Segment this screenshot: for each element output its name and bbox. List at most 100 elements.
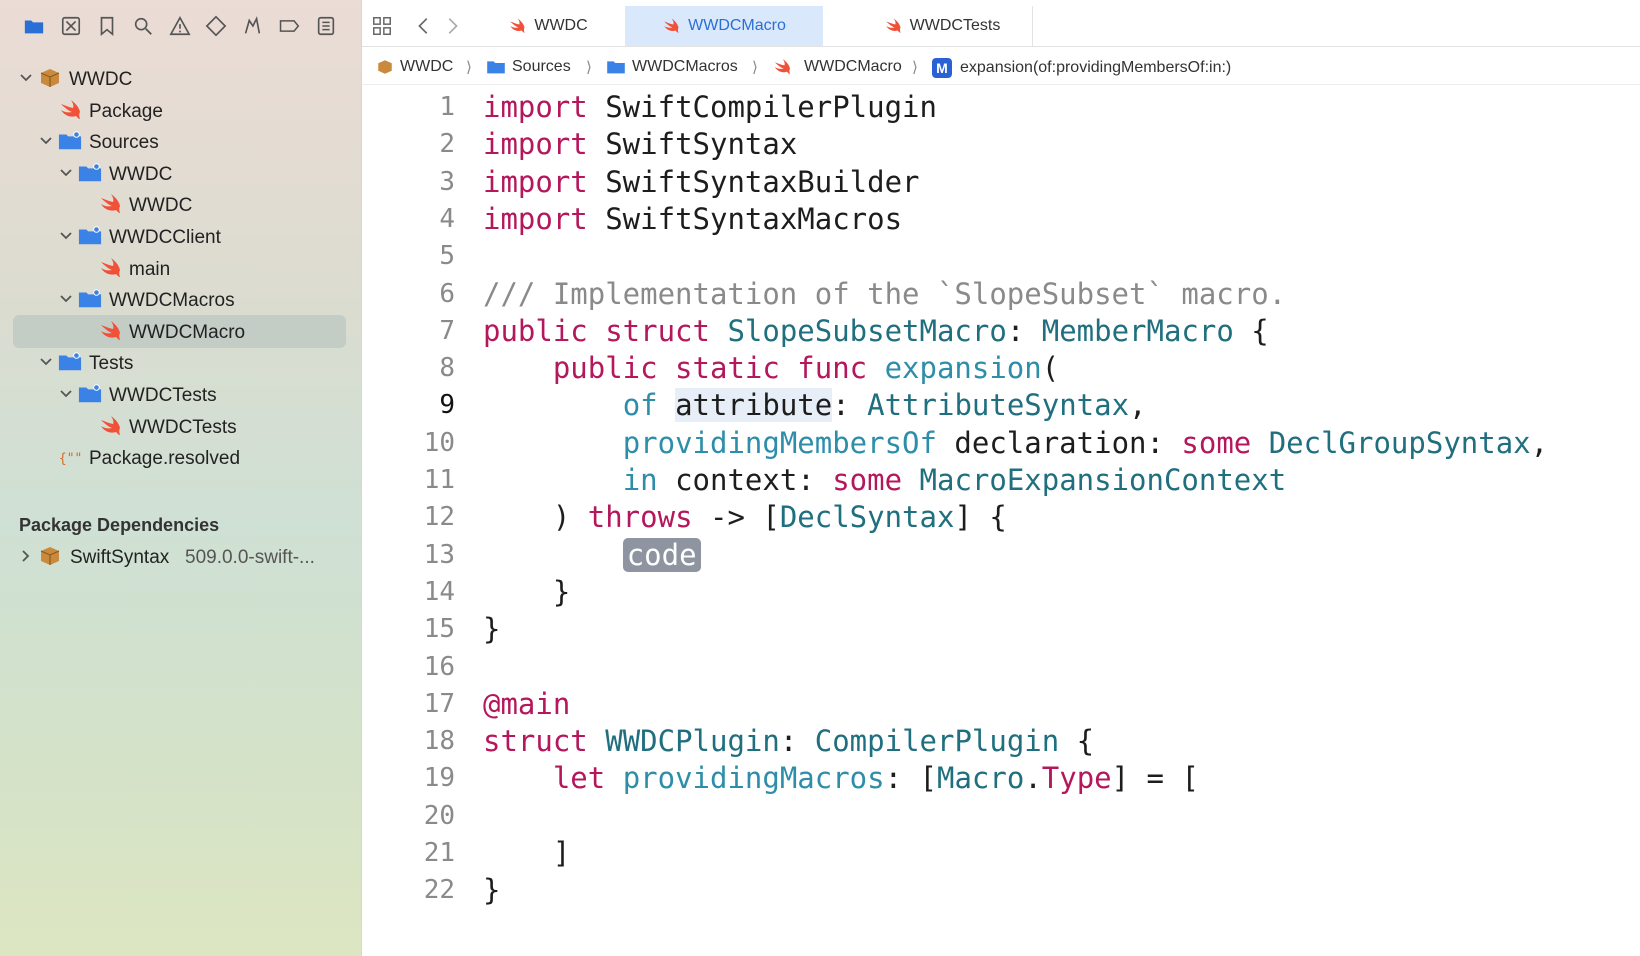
chevron-down-icon[interactable]	[58, 386, 74, 402]
breakpoint-icon[interactable]	[276, 14, 302, 38]
code-text: in context: some MacroExpansionContext	[483, 463, 1287, 497]
code-token: ,	[1530, 425, 1549, 460]
tree-item[interactable]: main	[0, 252, 362, 285]
code-line[interactable]: 7 public struct SlopeSubsetMacro: MemberM…	[362, 312, 1640, 351]
code-line[interactable]: 15}	[362, 610, 1640, 649]
tree-item-label: WWDCMacro	[129, 321, 246, 343]
debug-icon[interactable]	[240, 14, 264, 38]
line-number: 15	[423, 614, 455, 645]
code-line[interactable]: 2 import SwiftSyntax	[362, 125, 1640, 164]
tree-item-label: Package	[89, 100, 163, 122]
tree-item[interactable]: WWDCClient	[0, 220, 362, 253]
tree-item[interactable]: Sources	[0, 125, 362, 158]
source-control-icon[interactable]	[59, 14, 83, 38]
code-line[interactable]: 16	[362, 648, 1640, 687]
tree-item[interactable]: WWDCTests	[0, 410, 362, 443]
code-line[interactable]: 9 of attribute: AttributeSyntax,	[362, 386, 1640, 425]
code-line[interactable]: 13 code	[362, 536, 1640, 575]
breadcrumb-item-sources[interactable]: Sources	[486, 58, 571, 76]
breadcrumb-item-wwdc[interactable]: WWDC	[376, 58, 453, 76]
breadcrumb-item-wwdcmacro[interactable]: WWDCMacro	[772, 58, 902, 76]
code-line[interactable]: 11 in context: some MacroExpansionContex…	[362, 461, 1640, 500]
swift-icon	[98, 320, 122, 342]
code-line[interactable]: 8 public static func expansion(	[362, 349, 1640, 388]
code-token: Type	[1041, 761, 1112, 796]
code-line[interactable]: 1 import SwiftCompilerPlugin	[362, 88, 1640, 127]
tab-wwdc[interactable]: WWDC	[488, 6, 608, 46]
tree-item[interactable]: {""} Package.resolved	[0, 441, 362, 474]
code-token: throws	[587, 500, 693, 535]
code-line[interactable]: 21 ]	[362, 834, 1640, 873]
folder-icon[interactable]	[22, 14, 46, 38]
report-icon[interactable]	[314, 14, 338, 38]
code-token: WWDCPlugin	[605, 724, 780, 759]
breadcrumb-item-method[interactable]: M expansion(of:providingMembersOf:in:)	[932, 58, 1231, 78]
code-placeholder[interactable]: code	[622, 537, 701, 572]
code-line[interactable]: 10 providingMembersOf declaration: some …	[362, 424, 1640, 463]
line-number: 22	[423, 875, 455, 906]
tab-wwdcmacro[interactable]: WWDCMacro	[625, 6, 823, 46]
code-line[interactable]: 12 ) throws -> [DeclSyntax] {	[362, 498, 1640, 537]
chevron-down-icon[interactable]	[38, 354, 54, 370]
line-number: 21	[423, 838, 455, 868]
code-line[interactable]: 14 }	[362, 573, 1640, 612]
chevron-down-icon[interactable]	[58, 291, 74, 307]
chevron-right-icon[interactable]	[18, 548, 34, 564]
code-line[interactable]: 5	[362, 237, 1640, 276]
tab-wwdctests[interactable]: WWDCTests	[852, 6, 1033, 46]
code-token: SwiftSyntaxBuilder	[587, 164, 920, 199]
line-number: 13	[423, 539, 455, 570]
tree-item[interactable]: Package	[0, 94, 362, 127]
code-token: :	[1006, 313, 1042, 348]
code-line[interactable]: 20	[362, 797, 1640, 836]
code-text: ) throws -> [DeclSyntax] {	[483, 500, 1007, 534]
package-icon	[378, 60, 392, 74]
code-line[interactable]: 17 @main	[362, 685, 1640, 724]
code-token: DeclGroupSyntax	[1268, 425, 1531, 460]
code-token: providingMembersOf	[622, 425, 937, 460]
tree-item[interactable]: WWDCTests	[0, 378, 362, 411]
tree-item[interactable]: WWDC	[0, 188, 362, 221]
chevron-down-icon[interactable]	[58, 228, 74, 244]
tree-item[interactable]: WWDC	[0, 157, 362, 190]
line-number: 12	[423, 502, 455, 533]
code-text: import SwiftSyntaxMacros	[483, 202, 902, 236]
code-line[interactable]: 6 /// Implementation of the `SlopeSubset`…	[362, 275, 1640, 314]
chevron-down-icon[interactable]	[38, 133, 54, 149]
tree-item[interactable]: WWDC	[0, 62, 362, 95]
chevron-down-icon[interactable]	[58, 165, 74, 181]
code-text: import SwiftCompilerPlugin	[483, 90, 937, 124]
back-icon[interactable]	[412, 14, 436, 38]
breadcrumb-item-wwdcmacros[interactable]: WWDCMacros	[606, 58, 738, 76]
breadcrumb: WWDC ⟩ Sources ⟩ WWDCMacros ⟩ WWDCMacro …	[362, 54, 1640, 85]
line-number: 20	[423, 800, 455, 831]
code-text: /// Implementation of the `SlopeSubset` …	[483, 277, 1286, 311]
code-token: SwiftSyntax	[587, 127, 798, 162]
code-token: }	[483, 574, 571, 609]
dependency-row[interactable]: SwiftSyntax 509.0.0-swift-...	[0, 540, 362, 573]
test-icon[interactable]	[204, 14, 228, 38]
code-token: : [	[884, 761, 937, 796]
tree-item-label: WWDCClient	[109, 227, 221, 248]
chevron-down-icon[interactable]	[18, 70, 34, 86]
grid-icon[interactable]	[370, 14, 394, 38]
code-line[interactable]: 22}	[362, 871, 1640, 910]
warning-icon[interactable]	[168, 14, 192, 38]
forward-icon[interactable]	[440, 14, 464, 38]
line-number: 11	[423, 465, 455, 495]
tree-item[interactable]: Tests	[0, 346, 362, 379]
code-line[interactable]: 4 import SwiftSyntaxMacros	[362, 200, 1640, 239]
tree-item[interactable]: WWDCMacros	[0, 283, 362, 316]
tree-item-label: WWDCTests	[109, 385, 217, 406]
code-line[interactable]: 3 import SwiftSyntaxBuilder	[362, 163, 1640, 202]
code-line[interactable]: 19 let providingMacros: [Macro.Type] = [	[362, 759, 1640, 798]
bookmark-icon[interactable]	[95, 14, 119, 38]
tree-item-label: WWDC	[69, 69, 133, 90]
search-icon[interactable]	[131, 14, 155, 38]
code-line[interactable]: 18 struct WWDCPlugin: CompilerPlugin {	[362, 722, 1640, 761]
tree-item[interactable]: WWDCMacro	[0, 314, 362, 348]
